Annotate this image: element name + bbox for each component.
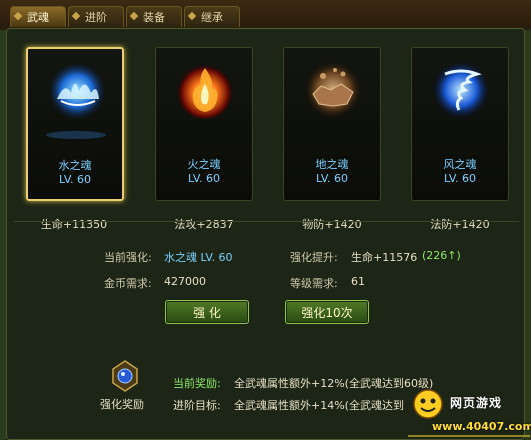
tab-inherit[interactable]: 继承: [184, 6, 240, 27]
tab-marker-icon: [13, 11, 23, 21]
soul-stat-water: 生命+11350: [40, 218, 108, 231]
soul-stat-earth: 物防+1420: [302, 218, 362, 231]
earth-soul-icon: [304, 61, 362, 119]
tab-advance[interactable]: 进阶: [68, 6, 124, 27]
watermark-url: www.40407.com: [432, 420, 531, 433]
section-divider: [14, 221, 519, 222]
gold-required-label: 金币需求:: [104, 277, 152, 290]
soul-stat-fire: 法攻+2837: [174, 218, 234, 231]
gold-required-value: 427000: [164, 275, 206, 288]
enhance-boost-delta: (226↑): [422, 249, 461, 262]
tab-marker-icon: [187, 11, 197, 21]
soul-stat-wind: 法防+1420: [430, 218, 490, 231]
enhance-button[interactable]: 强 化: [165, 300, 249, 324]
tab-label: 武魂: [27, 11, 49, 24]
soul-card-earth[interactable]: 地之魂 LV. 60: [283, 47, 381, 201]
soul-level: LV. 60: [443, 172, 477, 185]
soul-name: 地之魂: [315, 158, 349, 171]
current-enhance-label: 当前强化:: [104, 251, 152, 264]
watermark-title: 网页游戏: [450, 396, 503, 410]
right-border: [525, 30, 531, 440]
tab-soul[interactable]: 武魂: [10, 6, 66, 27]
tab-bar: 武魂 进阶 装备 继承: [10, 6, 240, 28]
soul-card-water[interactable]: 水之魂 LV. 60: [26, 47, 124, 201]
soul-name: 火之魂: [187, 158, 221, 171]
next-goal-text: 全武魂属性额外+14%(全武魂达到: [234, 399, 404, 412]
next-goal-prefix: 进阶目标:: [173, 399, 221, 412]
soul-level: LV. 60: [187, 172, 221, 185]
soul-level: LV. 60: [315, 172, 349, 185]
reward-label: 强化奖励: [100, 398, 144, 411]
reward-emblem-icon: [112, 360, 138, 392]
enhance-boost-value: 生命+11576: [351, 251, 418, 264]
tab-label: 继承: [201, 11, 223, 24]
enhance-boost-label: 强化提升:: [290, 251, 338, 264]
soul-name: 风之魂: [443, 158, 477, 171]
tab-label: 进阶: [85, 11, 107, 24]
enhance-ten-button[interactable]: 强化10次: [285, 300, 369, 324]
current-enhance-value: 水之魂 LV. 60: [164, 251, 233, 264]
wind-soul-icon: [432, 61, 490, 119]
water-soul-icon: [48, 62, 106, 120]
card-glow-icon: [46, 131, 106, 139]
tab-marker-icon: [129, 11, 139, 21]
current-reward-text: 全武魂属性额外+12%(全武魂达到60级): [234, 377, 434, 390]
soul-card-fire[interactable]: 火之魂 LV. 60: [155, 47, 253, 201]
tab-marker-icon: [71, 11, 81, 21]
soul-level: LV. 60: [58, 173, 92, 186]
level-required-label: 等级需求:: [290, 277, 338, 290]
level-required-value: 61: [351, 275, 365, 288]
tab-equipment[interactable]: 装备: [126, 6, 182, 27]
tab-label: 装备: [143, 11, 165, 24]
current-reward-prefix: 当前奖励:: [173, 377, 221, 390]
fire-soul-icon: [176, 61, 234, 119]
soul-card-wind[interactable]: 风之魂 LV. 60: [411, 47, 509, 201]
soul-name: 水之魂: [58, 159, 92, 172]
